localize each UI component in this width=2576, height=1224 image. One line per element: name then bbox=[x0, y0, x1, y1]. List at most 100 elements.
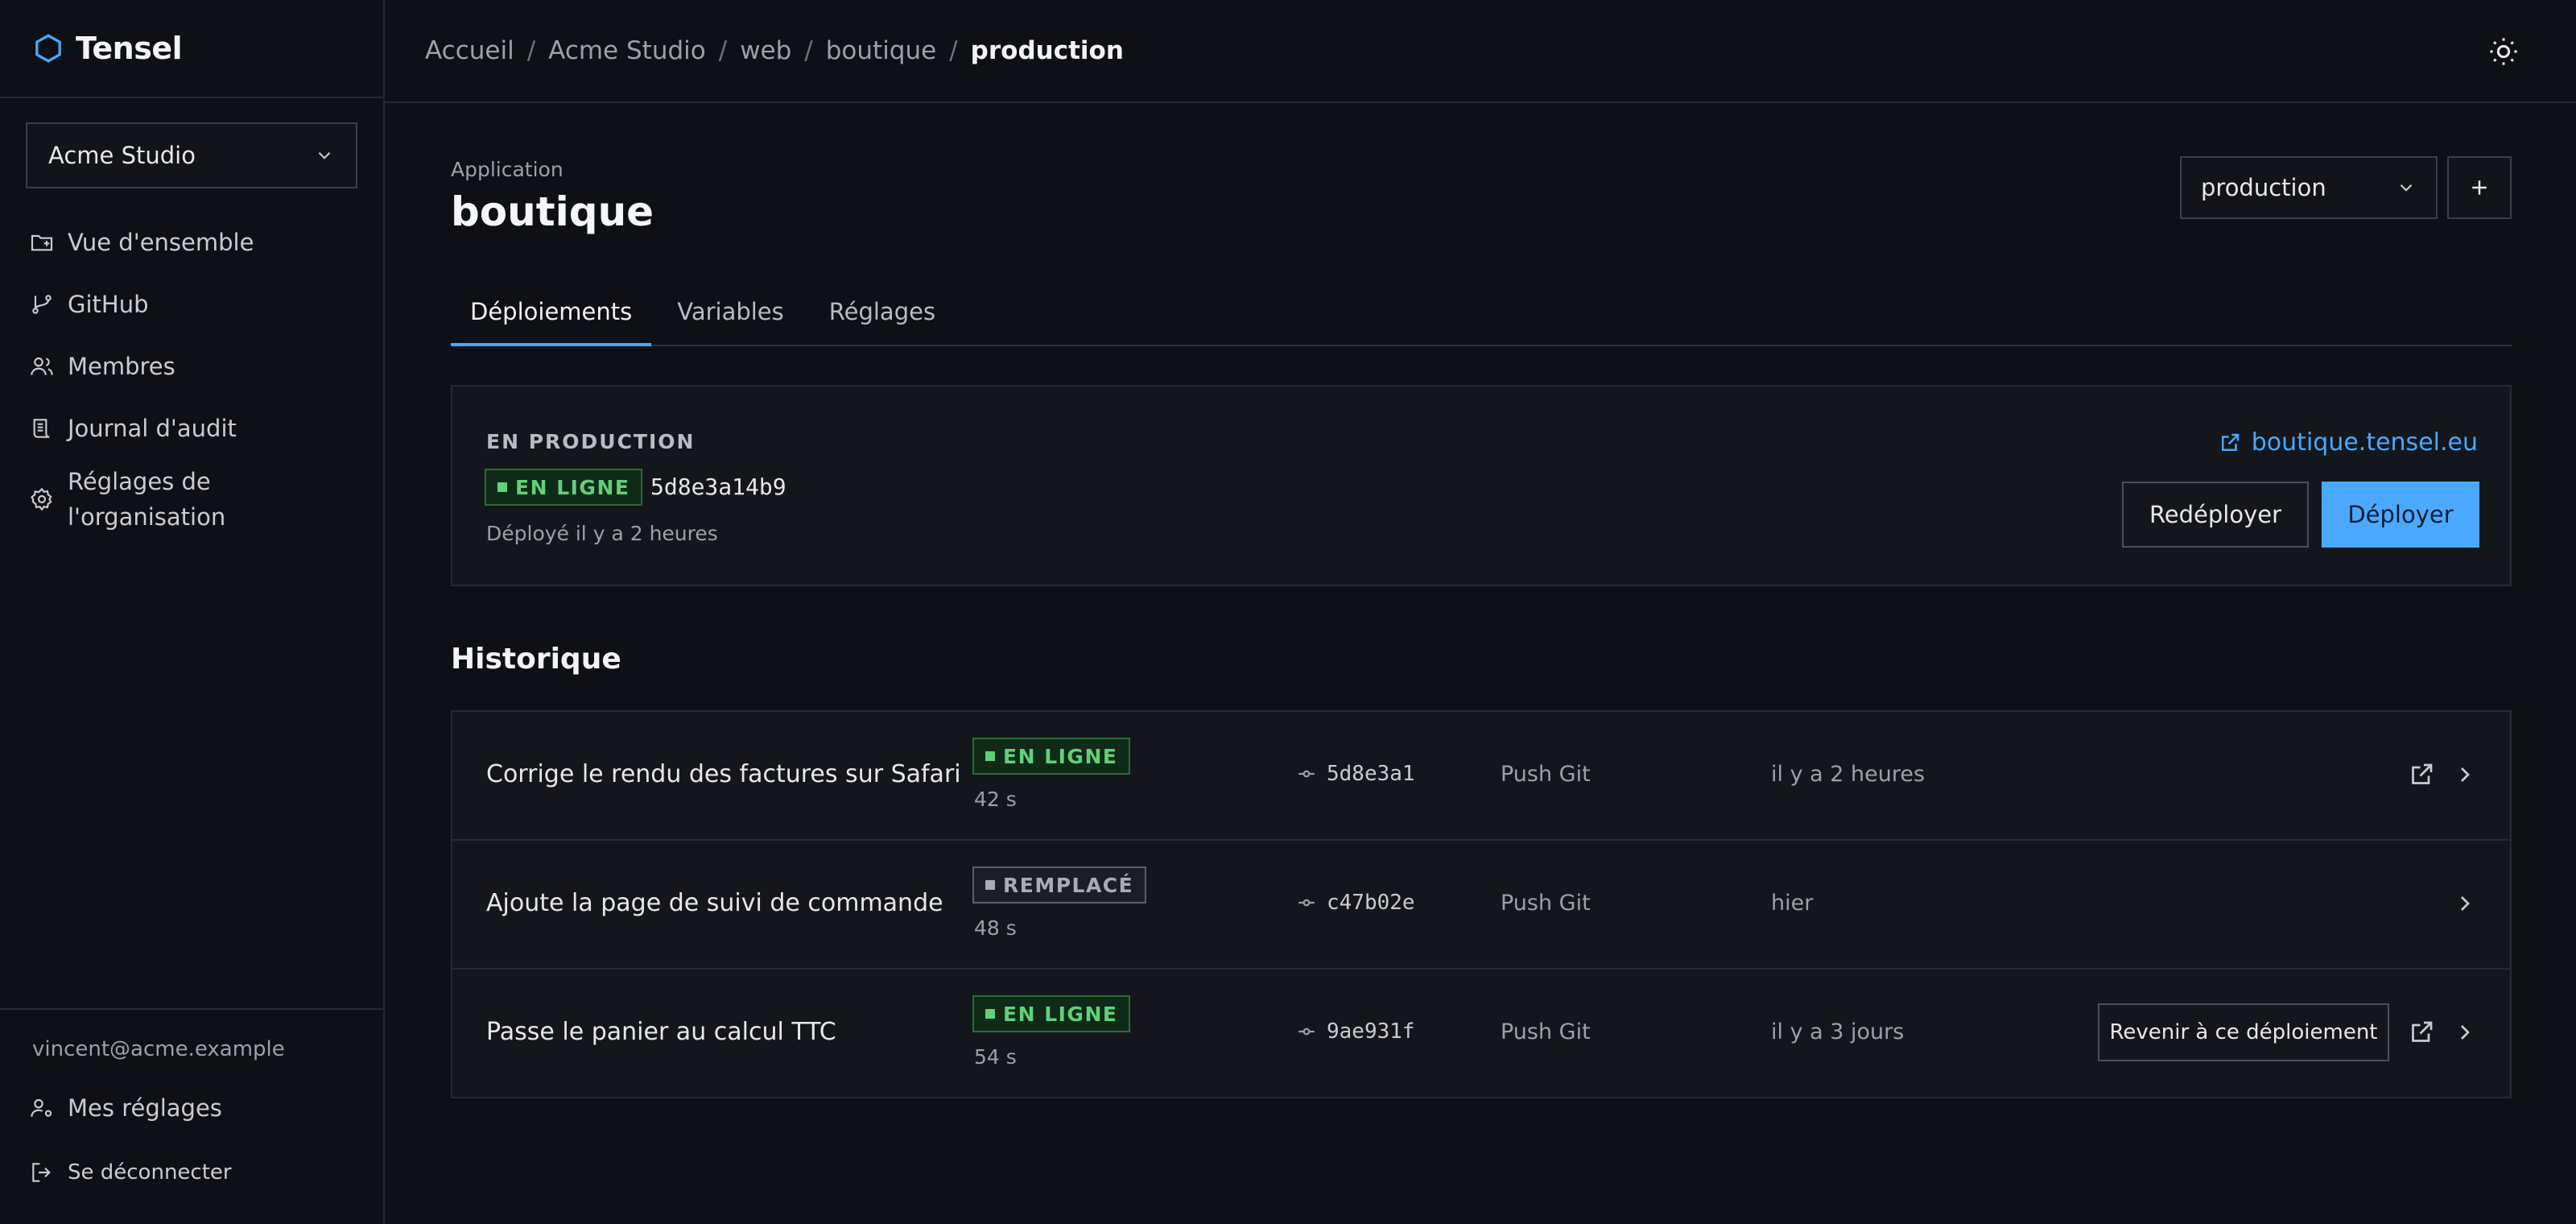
org-selector[interactable]: Acme Studio bbox=[26, 122, 357, 188]
git-branch-icon bbox=[32, 294, 52, 314]
breadcrumb-separator: / bbox=[804, 36, 813, 65]
table-row[interactable]: Passe le panier au calcul TTC EN LIGNE 5… bbox=[452, 970, 2510, 1097]
production-url-link[interactable]: boutique.tensel.eu bbox=[2218, 428, 2478, 457]
logout-label: Se déconnecter bbox=[68, 1160, 232, 1185]
my-settings-label: Mes réglages bbox=[68, 1094, 222, 1122]
status-badge-label: REMPLACÉ bbox=[1003, 873, 1134, 897]
sidebar-item-members[interactable]: Membres bbox=[0, 335, 383, 397]
production-card: EN PRODUCTION EN LIGNE 5d8e3a14b9 Déploy… bbox=[451, 385, 2512, 586]
deploy-time: il y a 3 jours bbox=[1771, 1019, 1905, 1044]
commit-message: Ajoute la page de suivi de commande bbox=[486, 889, 943, 917]
production-deployed-time: Déployé il y a 2 heures bbox=[486, 522, 718, 545]
status-badge: REMPLACÉ bbox=[972, 866, 1147, 904]
tab-settings[interactable]: Réglages bbox=[810, 290, 955, 346]
breadcrumb-current: production bbox=[970, 36, 1124, 65]
users-icon bbox=[31, 357, 53, 375]
user-settings-icon bbox=[31, 1098, 52, 1117]
gear-icon bbox=[31, 487, 52, 511]
deploy-time: il y a 2 heures bbox=[1771, 762, 1926, 787]
commit-message: Passe le panier au calcul TTC bbox=[486, 1018, 836, 1046]
status-dot-icon bbox=[985, 1009, 995, 1019]
user-email: vincent@acme.example bbox=[32, 1037, 285, 1061]
commit-ref: 9ae931f bbox=[1296, 1019, 1415, 1044]
status-badge: EN LIGNE bbox=[972, 738, 1131, 775]
deploy-source: Push Git bbox=[1501, 1019, 1591, 1044]
production-commit-hash: 5d8e3a14b9 bbox=[650, 473, 786, 500]
page-title: boutique bbox=[451, 188, 654, 235]
production-label: EN PRODUCTION bbox=[486, 430, 696, 453]
sidebar: Tensel Acme Studio Vue d'ensemble GitHub… bbox=[0, 0, 385, 1224]
history-title: Historique bbox=[451, 643, 621, 676]
sidebar-item-github[interactable]: GitHub bbox=[0, 273, 383, 335]
external-link-icon bbox=[2221, 433, 2240, 451]
logout-icon bbox=[32, 1163, 51, 1182]
commit-ref: c47b02e bbox=[1296, 891, 1415, 915]
external-link-icon[interactable] bbox=[2407, 1018, 2436, 1047]
tab-deployments[interactable]: Déploiements bbox=[451, 290, 652, 346]
chevron-right-icon[interactable] bbox=[2452, 762, 2478, 788]
breadcrumb-item[interactable]: Acme Studio bbox=[548, 36, 706, 65]
external-link-icon[interactable] bbox=[2407, 760, 2436, 789]
status-dot-icon bbox=[985, 880, 995, 890]
status-badge-label: EN LIGNE bbox=[1003, 1002, 1118, 1026]
status-badge-label: EN LIGNE bbox=[515, 475, 630, 499]
sidebar-item-label: Vue d'ensemble bbox=[68, 228, 254, 256]
brand-name: Tensel bbox=[76, 31, 183, 66]
deploy-source: Push Git bbox=[1501, 762, 1591, 787]
status-badge: EN LIGNE bbox=[485, 469, 643, 506]
brand[interactable]: Tensel bbox=[0, 0, 383, 98]
git-commit-icon bbox=[1298, 770, 1315, 778]
chevron-right-icon[interactable] bbox=[2452, 1019, 2478, 1045]
sidebar-item-label: Réglages de l'organisation bbox=[68, 468, 226, 531]
table-row[interactable]: Corrige le rendu des factures sur Safari… bbox=[452, 712, 2510, 841]
chevron-down-icon bbox=[318, 151, 331, 159]
chevron-right-icon[interactable] bbox=[2452, 891, 2478, 916]
scroll-icon bbox=[33, 418, 50, 438]
status-badge: EN LIGNE bbox=[972, 995, 1131, 1032]
table-row[interactable]: Ajoute la page de suivi de commande REMP… bbox=[452, 841, 2510, 970]
git-commit-icon bbox=[1298, 1028, 1315, 1036]
build-duration: 48 s bbox=[974, 916, 1017, 940]
add-environment-button[interactable] bbox=[2447, 156, 2512, 219]
tab-variables[interactable]: Variables bbox=[658, 290, 803, 346]
status-dot-icon bbox=[497, 482, 507, 492]
logout-link[interactable]: Se déconnecter bbox=[0, 1140, 383, 1205]
commit-message: Corrige le rendu des factures sur Safari bbox=[486, 760, 961, 788]
chevron-down-icon bbox=[2400, 184, 2413, 192]
commit-ref: 5d8e3a1 bbox=[1296, 762, 1415, 786]
hexagon-logo-icon bbox=[35, 34, 61, 63]
org-selector-value: Acme Studio bbox=[48, 142, 196, 169]
deploy-button[interactable]: Déployer bbox=[2322, 482, 2479, 548]
build-duration: 42 s bbox=[974, 788, 1017, 811]
breadcrumb-separator: / bbox=[526, 36, 536, 65]
sidebar-item-label: Journal d'audit bbox=[68, 414, 237, 442]
sun-icon[interactable] bbox=[2487, 35, 2520, 68]
deployment-history-table: Corrige le rendu des factures sur Safari… bbox=[451, 710, 2512, 1098]
redeploy-button[interactable]: Redéployer bbox=[2122, 482, 2309, 548]
breadcrumb-item[interactable]: Accueil bbox=[425, 36, 514, 65]
breadcrumb: Accueil / Acme Studio / web / boutique /… bbox=[425, 36, 1124, 65]
breadcrumb-item[interactable]: boutique bbox=[826, 36, 936, 65]
production-url: boutique.tensel.eu bbox=[2251, 428, 2478, 457]
commit-hash: 5d8e3a1 bbox=[1327, 762, 1415, 786]
sidebar-item-label: GitHub bbox=[68, 290, 149, 318]
commit-hash: c47b02e bbox=[1327, 891, 1415, 915]
breadcrumb-item[interactable]: web bbox=[740, 36, 791, 65]
my-settings-link[interactable]: Mes réglages bbox=[0, 1076, 383, 1140]
build-duration: 54 s bbox=[974, 1045, 1017, 1069]
folder-icon bbox=[31, 234, 53, 250]
sidebar-item-audit-log[interactable]: Journal d'audit bbox=[0, 397, 383, 459]
breadcrumb-separator: / bbox=[718, 36, 728, 65]
git-commit-icon bbox=[1298, 899, 1315, 907]
tabs: Déploiements Variables Réglages bbox=[451, 290, 2512, 346]
environment-selector[interactable]: production bbox=[2180, 156, 2438, 219]
sidebar-item-org-settings[interactable]: Réglages de l'organisation bbox=[0, 459, 383, 540]
sidebar-nav: Vue d'ensemble GitHub Membres Journal d'… bbox=[0, 211, 383, 540]
deploy-time: hier bbox=[1771, 891, 1814, 916]
status-dot-icon bbox=[985, 751, 995, 761]
sidebar-item-label: Membres bbox=[68, 352, 175, 380]
deploy-source: Push Git bbox=[1501, 891, 1591, 916]
breadcrumb-separator: / bbox=[949, 36, 958, 65]
revert-deployment-button[interactable]: Revenir à ce déploiement bbox=[2098, 1003, 2389, 1061]
sidebar-item-overview[interactable]: Vue d'ensemble bbox=[0, 211, 383, 273]
